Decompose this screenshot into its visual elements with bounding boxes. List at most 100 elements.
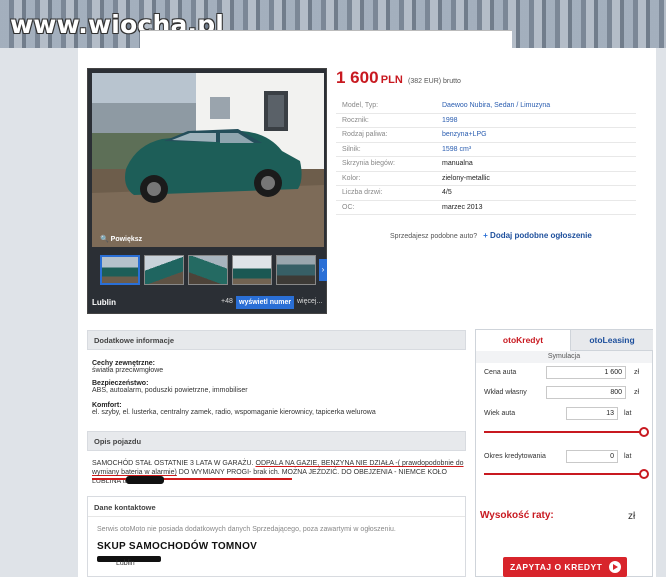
parameter-label: Liczba drzwi: bbox=[342, 189, 383, 196]
parameter-value[interactable]: 1598 cm³ bbox=[442, 146, 471, 153]
add-similar-link[interactable]: + Dodaj podobne ogłoszenie bbox=[483, 231, 592, 240]
section-title: Dane kontaktowe bbox=[94, 503, 156, 512]
price-currency: PLN bbox=[380, 74, 403, 86]
installment-label: Wysokość raty: bbox=[480, 510, 554, 521]
gallery-footer: Lublin +48 wyświetl numer więcej... bbox=[88, 293, 326, 313]
parameter-value[interactable]: 1998 bbox=[442, 117, 458, 124]
feature-group-title: Cechy zewnętrzne: bbox=[92, 360, 156, 367]
watermark-banner: www.wiocha.pl bbox=[0, 0, 666, 48]
parameter-value[interactable]: benzyna+LPG bbox=[442, 131, 487, 138]
parameter-row: OC: marzec 2013 bbox=[336, 201, 636, 215]
parameter-label: Silnik: bbox=[342, 145, 361, 153]
zoom-button[interactable]: 🔍 Powiększ bbox=[100, 235, 142, 243]
credit-period-slider[interactable] bbox=[484, 469, 649, 479]
add-similar-label: Dodaj podobne ogłoszenie bbox=[490, 231, 592, 240]
price-amount: 1 600 bbox=[336, 68, 379, 87]
ask-credit-button[interactable]: ZAPYTAJ O KREDYT bbox=[503, 557, 627, 577]
credit-period-input[interactable]: 0 bbox=[566, 450, 618, 463]
seller-location: Lublin bbox=[116, 560, 135, 567]
simulation-header: Symulacja bbox=[476, 351, 652, 363]
credit-tabs: otoKredyt otoLeasing bbox=[476, 330, 653, 351]
car-age-label: Wiek auta bbox=[484, 410, 516, 417]
car-age-row: Wiek auta 13 lat bbox=[484, 407, 646, 421]
installment-unit: zł bbox=[628, 511, 636, 522]
thumbnail[interactable] bbox=[100, 255, 140, 285]
thumbnail-strip bbox=[100, 255, 326, 285]
parameter-row: Rodzaj paliwa: benzyna+LPG bbox=[336, 128, 636, 143]
chevron-right-icon: › bbox=[321, 265, 325, 274]
slider-fill bbox=[484, 473, 644, 475]
credit-period-row: Okres kredytowania 0 lat bbox=[484, 450, 646, 464]
price-eur: (382 EUR) brutto bbox=[408, 78, 461, 85]
slider-fill bbox=[484, 431, 644, 433]
parameter-row: Kolor: zielony-metallic bbox=[336, 172, 636, 186]
feature-group: Komfort: el. szyby, el. lusterka, centra… bbox=[92, 402, 464, 416]
play-arrow-icon bbox=[609, 561, 621, 573]
car-age-input[interactable]: 13 bbox=[566, 407, 618, 420]
down-payment-input[interactable]: 800 bbox=[546, 386, 626, 399]
car-age-slider[interactable] bbox=[484, 427, 649, 437]
additional-info-header: Dodatkowe informacje bbox=[87, 330, 466, 350]
zoom-label: Powiększ bbox=[110, 236, 143, 243]
parameter-value: manualna bbox=[442, 160, 473, 167]
description-header: Opis pojazdu bbox=[87, 431, 466, 451]
location-label: Lublin bbox=[92, 298, 116, 307]
thumbnail[interactable] bbox=[276, 255, 316, 285]
magnifier-icon: 🔍 bbox=[100, 236, 109, 243]
ask-credit-label: ZAPYTAJ O KREDYT bbox=[510, 562, 603, 572]
phone-prefix: +48 bbox=[221, 298, 233, 305]
feature-group: Bezpieczeństwo: ABS, autoalarm, poduszki… bbox=[92, 380, 464, 394]
contact-panel: Dane kontaktowe Serwis otoMoto nie posia… bbox=[87, 496, 466, 577]
parameter-row: Rocznik: 1998 bbox=[336, 114, 636, 128]
parameter-label: Model, Typ: bbox=[342, 102, 379, 109]
feature-group-title: Bezpieczeństwo: bbox=[92, 380, 149, 387]
car-price-row: Cena auta 1 600 zł bbox=[484, 366, 646, 380]
parameter-label: Kolor: bbox=[342, 174, 361, 182]
down-payment-label: Wkład własny bbox=[484, 389, 527, 396]
similar-question: Sprzedajesz podobne auto? bbox=[390, 233, 478, 240]
down-payment-row: Wkład własny 800 zł bbox=[484, 386, 646, 400]
main-photo[interactable]: 🔍 Powiększ bbox=[92, 73, 324, 247]
tab-otokredyt[interactable]: otoKredyt bbox=[476, 330, 571, 351]
feature-group: Cechy zewnętrzne: światła przeciwmgłowe bbox=[92, 360, 464, 374]
red-underline bbox=[92, 478, 292, 480]
section-title: Opis pojazdu bbox=[94, 437, 142, 446]
parameter-value: marzec 2013 bbox=[442, 203, 483, 211]
parameter-row: Liczba drzwi: 4/5 bbox=[336, 186, 636, 201]
price-block: 1 600 PLN (382 EUR) brutto bbox=[336, 68, 461, 88]
parameter-value: zielony-metallic bbox=[442, 174, 490, 182]
seller-name: SKUP SAMOCHODÓW TOMNOV bbox=[97, 541, 258, 552]
parameter-row: Skrzynia biegów: manualna bbox=[336, 157, 636, 172]
show-number-button[interactable]: wyświetl numer bbox=[236, 296, 295, 309]
parameter-label: Skrzynia biegów: bbox=[342, 160, 395, 167]
feature-group-text: el. szyby, el. lusterka, centralny zamek… bbox=[92, 409, 376, 416]
parameter-value[interactable]: Daewoo Nubira, Sedan / Limuzyna bbox=[442, 102, 550, 109]
photo-gallery: 🔍 Powiększ › Lublin +48 wyświetl numer w… bbox=[87, 68, 327, 314]
plus-icon: + bbox=[483, 231, 488, 240]
parameter-label: Rodzaj paliwa: bbox=[342, 131, 388, 138]
credit-period-label: Okres kredytowania bbox=[484, 453, 546, 460]
parameter-label: Rocznik: bbox=[342, 116, 369, 124]
car-price-label: Cena auta bbox=[484, 369, 517, 376]
more-link[interactable]: więcej... bbox=[297, 298, 322, 305]
thumbnail[interactable] bbox=[144, 255, 184, 285]
years-unit: lat bbox=[624, 410, 632, 417]
tab-otoleasing[interactable]: otoLeasing bbox=[571, 330, 653, 351]
thumbnail[interactable] bbox=[232, 255, 272, 285]
currency-unit: zł bbox=[634, 369, 640, 376]
parameter-label: OC: bbox=[342, 203, 355, 211]
thumbnails-next-button[interactable]: › bbox=[319, 259, 327, 281]
parameters-table: Model, Typ: Daewoo Nubira, Sedan / Limuzy… bbox=[336, 99, 636, 215]
slider-handle[interactable] bbox=[639, 427, 649, 437]
similar-ad-row: Sprzedajesz podobne auto? + Dodaj podobn… bbox=[390, 231, 592, 240]
feature-group-text: światła przeciwmgłowe bbox=[92, 367, 164, 374]
redacted-phone bbox=[126, 476, 164, 484]
feature-group-text: ABS, autoalarm, poduszki powietrzne, imm… bbox=[92, 387, 248, 394]
thumbnail[interactable] bbox=[188, 255, 228, 285]
car-price-input[interactable]: 1 600 bbox=[546, 366, 626, 379]
parameter-value: 4/5 bbox=[442, 189, 452, 196]
credit-widget: otoKredyt otoLeasing Symulacja Cena auta… bbox=[475, 329, 653, 577]
currency-unit: zł bbox=[634, 389, 640, 396]
slider-handle[interactable] bbox=[639, 469, 649, 479]
header-bar bbox=[140, 30, 512, 48]
